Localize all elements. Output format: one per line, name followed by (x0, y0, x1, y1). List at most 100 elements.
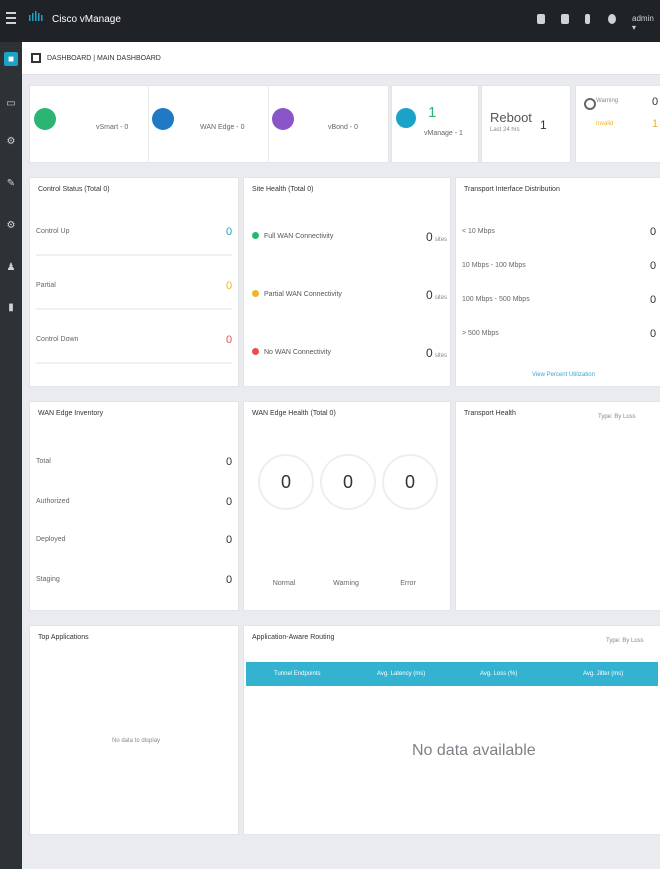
tasks-icon[interactable] (561, 14, 569, 24)
wan-inventory-panel: WAN Edge Inventory Total 0 Authorized 0 … (30, 402, 238, 610)
wan-edge-icon[interactable] (152, 108, 174, 130)
vmanage-count: 1 (428, 104, 437, 121)
dashboard-icon[interactable]: ■ (4, 52, 18, 66)
health-ring[interactable]: 0 (382, 454, 438, 510)
invalid-count: 1 (652, 118, 659, 130)
reboot-label: Reboot (490, 110, 532, 125)
row-label[interactable]: Control Up (36, 228, 69, 235)
row-value: 0 (226, 226, 233, 238)
cisco-logo-icon (29, 11, 43, 21)
aar-panel: Application-Aware Routing Type: By Loss … (244, 626, 660, 834)
device-summary: vSmart - 0 WAN Edge - 0 vBond - 0 (30, 86, 388, 162)
breadcrumb: DASHBOARD | MAIN DASHBOARD (22, 42, 660, 75)
status-label[interactable]: Partial WAN Connectivity (264, 291, 342, 298)
status-label[interactable]: No WAN Connectivity (264, 349, 331, 356)
status-dot (252, 348, 259, 355)
row-value: 0 (650, 294, 657, 306)
status-label[interactable]: Full WAN Connectivity (264, 233, 333, 240)
aar-table-header: Tunnel Endpoints Avg. Latency (ms) Avg. … (246, 662, 658, 686)
warning-label: Warning (596, 98, 619, 104)
row-value: 0 (226, 534, 233, 546)
help-icon[interactable] (608, 14, 616, 24)
status-value: 0 sites (426, 346, 448, 360)
column-header[interactable]: Avg. Jitter (ms) (555, 671, 658, 677)
configuration-icon[interactable]: ⚙ (4, 134, 18, 148)
row-label[interactable]: Deployed (36, 536, 66, 543)
site-health-panel: Site Health (Total 0) Full WAN Connectiv… (244, 178, 450, 386)
row-label[interactable]: Total (36, 458, 51, 465)
health-ring[interactable]: 0 (320, 454, 376, 510)
menu-icon[interactable] (6, 12, 16, 24)
panel-title: Application-Aware Routing (252, 634, 335, 641)
row-label[interactable]: 10 Mbps - 100 Mbps (462, 262, 526, 269)
alerts-icon[interactable] (585, 14, 590, 24)
vmanage-summary[interactable]: 1 vManage - 1 (392, 86, 478, 162)
vbond-icon[interactable] (272, 108, 294, 130)
certificate-icon (584, 98, 596, 110)
reboot-summary[interactable]: Reboot Last 24 hrs 1 (482, 86, 570, 162)
row-value: 0 (650, 226, 657, 238)
panel-title: Transport Interface Distribution (464, 186, 560, 193)
panel-title: Site Health (Total 0) (252, 186, 314, 193)
row-label[interactable]: Authorized (36, 498, 69, 505)
panel-title: Transport Health (464, 410, 516, 417)
row-label[interactable]: > 500 Mbps (462, 330, 499, 337)
row-value: 0 (226, 456, 233, 468)
top-applications-panel: Top Applications No data to display (30, 626, 238, 834)
row-label[interactable]: 100 Mbps - 500 Mbps (462, 296, 530, 303)
row-value: 0 (226, 334, 233, 346)
cloud-icon[interactable] (537, 14, 545, 24)
row-value: 0 (650, 260, 657, 272)
administration-icon[interactable]: ♟ (4, 260, 18, 274)
column-header[interactable]: Avg. Latency (ms) (349, 671, 452, 677)
type-selector[interactable]: Type: By Loss (606, 638, 644, 644)
invalid-label: Invalid (596, 121, 614, 127)
column-header[interactable]: Avg. Loss (%) (452, 671, 555, 677)
dashboard-breadcrumb-icon (31, 53, 41, 63)
transport-interface-panel: Transport Interface Distribution < 10 Mb… (456, 178, 660, 386)
vbond-label[interactable]: vBond - 0 (328, 124, 358, 131)
reboot-count: 1 (540, 118, 547, 132)
view-utilization-link[interactable]: View Percent Utilization (532, 372, 595, 378)
ring-label: Error (400, 580, 416, 587)
status-dot (252, 232, 259, 239)
breadcrumb-text: DASHBOARD | MAIN DASHBOARD (47, 54, 161, 62)
wan-health-panel: WAN Edge Health (Total 0) 0 Normal 0 War… (244, 402, 450, 610)
no-data-message: No data available (412, 742, 536, 759)
row-value: 0 (650, 328, 657, 340)
row-value: 0 (226, 280, 233, 292)
reboot-sub: Last 24 hrs (490, 127, 520, 133)
transport-health-panel: Transport Health Type: By Loss (456, 402, 660, 610)
row-value: 0 (226, 496, 233, 508)
column-header[interactable]: Tunnel Endpoints (246, 671, 349, 677)
warning-count: 0 (652, 96, 659, 108)
control-status-panel: Control Status (Total 0) Control Up 0 Pa… (30, 178, 238, 386)
panel-title: WAN Edge Health (Total 0) (252, 410, 336, 417)
user-menu[interactable]: admin ▾ (632, 14, 660, 32)
row-label[interactable]: Control Down (36, 336, 78, 343)
panel-title: Control Status (Total 0) (38, 186, 110, 193)
analytics-icon[interactable]: ▮ (4, 300, 18, 314)
vsmart-icon[interactable] (34, 108, 56, 130)
health-ring[interactable]: 0 (258, 454, 314, 510)
panel-title: WAN Edge Inventory (38, 410, 104, 417)
vmanage-label: vManage - 1 (424, 130, 463, 137)
wan-edge-label[interactable]: WAN Edge - 0 (200, 124, 244, 131)
tools-icon[interactable]: ✎ (4, 176, 18, 190)
ring-label: Warning (333, 580, 359, 587)
row-label[interactable]: Staging (36, 576, 60, 583)
panel-title: Top Applications (38, 634, 89, 641)
type-selector[interactable]: Type: By Loss (598, 414, 636, 420)
sidebar: ■ ▭ ⚙ ✎ ⚙ ♟ ▮ (0, 42, 22, 869)
status-value: 0 sites (426, 288, 448, 302)
maintenance-icon[interactable]: ⚙ (4, 218, 18, 232)
certificate-summary[interactable]: Warning 0 Invalid 1 (576, 86, 660, 162)
vmanage-icon (396, 108, 416, 128)
top-bar: Cisco vManage admin ▾ (0, 0, 660, 42)
status-value: 0 sites (426, 230, 448, 244)
row-label[interactable]: Partial (36, 282, 56, 289)
vsmart-label[interactable]: vSmart - 0 (96, 124, 128, 131)
row-label[interactable]: < 10 Mbps (462, 228, 495, 235)
row-value: 0 (226, 574, 233, 586)
monitor-icon[interactable]: ▭ (4, 96, 18, 110)
